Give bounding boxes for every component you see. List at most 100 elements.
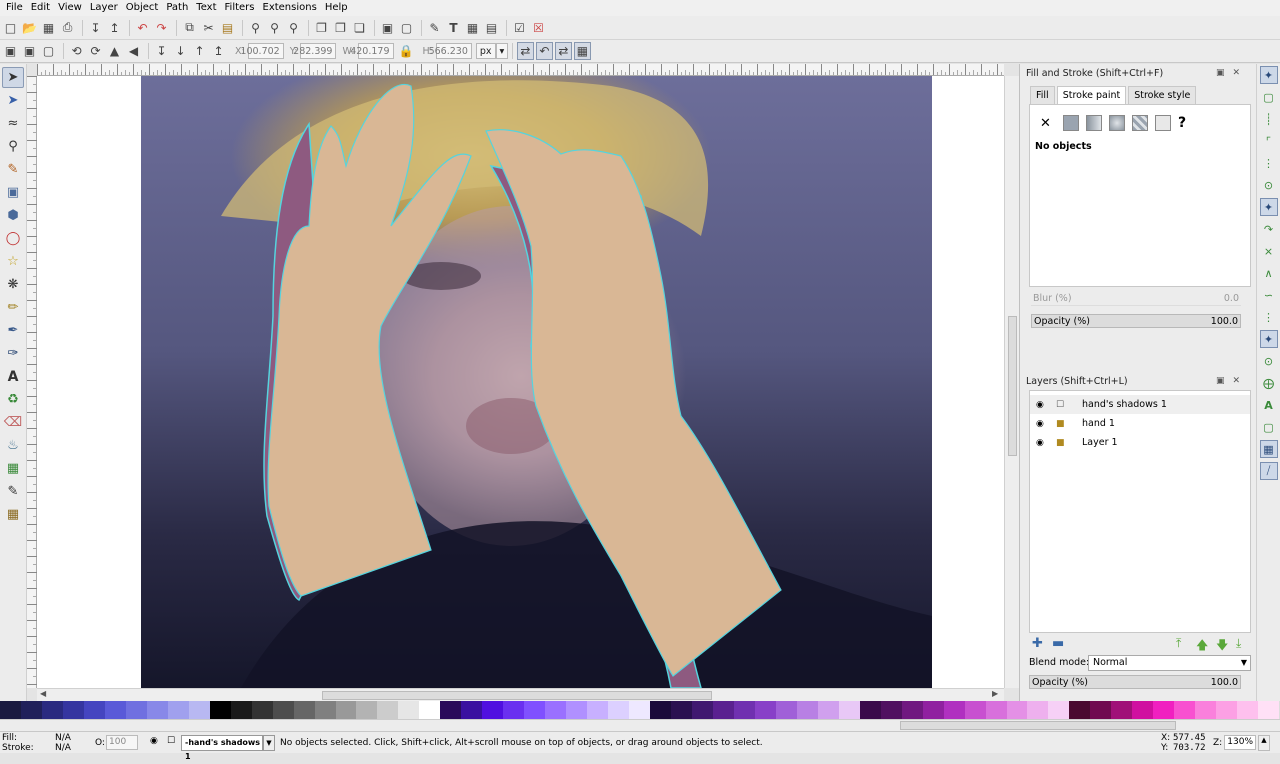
pencil-tool-icon[interactable]: ✏ bbox=[2, 297, 24, 318]
color-swatch[interactable] bbox=[524, 701, 546, 719]
color-swatch[interactable] bbox=[985, 701, 1007, 719]
color-swatch[interactable] bbox=[146, 701, 168, 719]
color-swatch[interactable] bbox=[440, 701, 462, 719]
lower-bottom-icon[interactable]: ↧ bbox=[153, 42, 170, 60]
color-swatch[interactable] bbox=[733, 701, 755, 719]
snap-nodes-icon[interactable]: ✦ bbox=[1259, 198, 1278, 216]
rectangle-tool-icon[interactable]: ▣ bbox=[2, 182, 24, 203]
gradient-tool-icon[interactable]: ▦ bbox=[2, 458, 24, 479]
layer-dropdown-icon[interactable]: ▼ bbox=[263, 735, 275, 751]
layer-opacity-slider[interactable]: Opacity (%) 100.0 bbox=[1029, 675, 1241, 689]
vertical-scrollbar[interactable] bbox=[1004, 76, 1019, 688]
snap-bbox-corners-icon[interactable]: ⌜ bbox=[1260, 132, 1278, 150]
transform-gradients-toggle[interactable]: ⇄ bbox=[554, 42, 572, 60]
lock-icon[interactable]: ■ bbox=[1056, 419, 1068, 429]
palette-scrollbar[interactable] bbox=[0, 719, 1280, 731]
color-swatch[interactable] bbox=[41, 701, 63, 719]
color-swatch[interactable] bbox=[356, 701, 378, 719]
snap-toggle-icon[interactable]: ✦ bbox=[1259, 66, 1278, 84]
unit-dropdown-icon[interactable]: ▾ bbox=[495, 43, 508, 59]
color-swatch[interactable] bbox=[335, 701, 357, 719]
layer-name[interactable]: hand's shadows 1 bbox=[1082, 399, 1167, 410]
color-swatch[interactable] bbox=[671, 701, 692, 719]
eye-icon[interactable]: ◉ bbox=[1036, 419, 1048, 429]
tweak-tool-icon[interactable]: ≈ bbox=[2, 113, 24, 134]
snap-bbox-edges-icon[interactable]: ┊ bbox=[1260, 110, 1278, 128]
color-swatch[interactable] bbox=[188, 701, 210, 719]
lower-layer-bottom-icon[interactable]: ⤓ bbox=[1236, 636, 1241, 651]
color-swatch[interactable] bbox=[377, 701, 399, 719]
align-distribute-icon[interactable]: ▤ bbox=[483, 19, 500, 37]
snap-bbox-midpoints-icon[interactable]: ⋮ bbox=[1260, 154, 1278, 172]
import-icon[interactable]: ↧ bbox=[87, 19, 104, 37]
layer-row[interactable]: ◉ ■ hand 1 bbox=[1030, 414, 1250, 433]
color-swatch[interactable] bbox=[796, 701, 818, 719]
transform-patterns-toggle[interactable]: ▦ bbox=[573, 42, 591, 60]
deselect-icon[interactable]: ▢ bbox=[40, 42, 57, 60]
layer-opacity-value[interactable]: 100.0 bbox=[1211, 677, 1238, 688]
color-swatch[interactable] bbox=[1153, 701, 1175, 719]
swatch-icon[interactable] bbox=[1155, 115, 1171, 131]
menu-extensions[interactable]: Extensions bbox=[259, 0, 321, 16]
width-input[interactable]: 420.179 bbox=[350, 43, 394, 59]
eraser-tool-icon[interactable]: ⌫ bbox=[2, 412, 24, 433]
undo-icon[interactable]: ↶ bbox=[134, 19, 151, 37]
text-font-dialog-icon[interactable]: T bbox=[445, 19, 462, 37]
snap-text-baseline-icon[interactable]: A bbox=[1260, 396, 1278, 414]
zoom-drawing-icon[interactable]: ⚲ bbox=[266, 19, 283, 37]
horizontal-scrollbar[interactable]: ◀ ▶ bbox=[37, 688, 1004, 701]
portrait-photo[interactable] bbox=[141, 76, 932, 688]
document-properties-icon[interactable]: ☒ bbox=[530, 19, 547, 37]
color-swatch[interactable] bbox=[230, 701, 252, 719]
snap-midpoints-icon[interactable]: ⋮ bbox=[1260, 308, 1278, 326]
selector-tool-icon[interactable]: ➤ bbox=[2, 67, 24, 88]
tab-stroke-paint[interactable]: Stroke paint bbox=[1056, 86, 1127, 104]
unlock-icon[interactable]: ☐ bbox=[1056, 400, 1068, 410]
rotate-ccw-icon[interactable]: ⟲ bbox=[68, 42, 85, 60]
layer-row[interactable]: ◉ ■ Layer 1 bbox=[1030, 433, 1250, 452]
color-swatch[interactable] bbox=[209, 701, 231, 719]
zoom-selection-icon[interactable]: ⚲ bbox=[247, 19, 264, 37]
raise-top-icon[interactable]: ↥ bbox=[210, 42, 227, 60]
eye-icon[interactable]: ◉ bbox=[1036, 438, 1048, 448]
zoom-spin-icon[interactable]: ▲ bbox=[1258, 735, 1270, 751]
right-hand[interactable] bbox=[485, 129, 782, 677]
new-document-icon[interactable]: □ bbox=[2, 19, 19, 37]
text-tool-icon[interactable]: A bbox=[2, 366, 24, 387]
hand-shapes[interactable] bbox=[141, 76, 932, 688]
menu-view[interactable]: View bbox=[54, 0, 86, 16]
paste-icon[interactable]: ▤ bbox=[219, 19, 236, 37]
ellipse-tool-icon[interactable]: ◯ bbox=[2, 228, 24, 249]
lock-icon[interactable]: ■ bbox=[1056, 438, 1068, 448]
clone-icon[interactable]: ❐ bbox=[332, 19, 349, 37]
group-icon[interactable]: ▣ bbox=[379, 19, 396, 37]
tab-stroke-style[interactable]: Stroke style bbox=[1128, 86, 1197, 104]
snap-page-border-icon[interactable]: ▢ bbox=[1260, 418, 1278, 436]
scale-stroke-toggle[interactable]: ⇄ bbox=[516, 42, 534, 60]
color-swatch[interactable] bbox=[1111, 701, 1133, 719]
color-swatch[interactable] bbox=[398, 701, 420, 719]
unit-select[interactable]: px bbox=[475, 43, 496, 59]
ungroup-icon[interactable]: ▢ bbox=[398, 19, 415, 37]
color-swatch[interactable] bbox=[1216, 701, 1238, 719]
export-icon[interactable]: ↥ bbox=[106, 19, 123, 37]
color-swatch[interactable] bbox=[1237, 701, 1259, 719]
color-swatch[interactable] bbox=[482, 701, 504, 719]
snap-others-icon[interactable]: ✦ bbox=[1259, 330, 1278, 348]
blend-mode-select[interactable]: Normal ▼ bbox=[1088, 655, 1251, 671]
snap-intersections-icon[interactable]: ⨯ bbox=[1260, 242, 1278, 260]
color-swatch[interactable] bbox=[83, 701, 105, 719]
color-swatch[interactable] bbox=[1006, 701, 1028, 719]
layer-lock-icon[interactable]: ☐ bbox=[167, 736, 175, 746]
fill-stroke-dialog-icon[interactable]: ✎ bbox=[426, 19, 443, 37]
flat-color-icon[interactable] bbox=[1063, 115, 1079, 131]
rotate-cw-icon[interactable]: ⟳ bbox=[87, 42, 104, 60]
no-paint-icon[interactable]: ✕ bbox=[1040, 116, 1056, 131]
menu-text[interactable]: Text bbox=[192, 0, 220, 16]
pen-tool-icon[interactable]: ✒ bbox=[2, 320, 24, 341]
menu-file[interactable]: File bbox=[2, 0, 27, 16]
layers-panel-controls[interactable]: ▣✕ bbox=[1216, 376, 1248, 386]
color-swatch[interactable] bbox=[650, 701, 671, 719]
layer-name[interactable]: hand 1 bbox=[1082, 418, 1115, 429]
layer-row[interactable]: ◉ ☐ hand's shadows 1 bbox=[1030, 395, 1250, 414]
